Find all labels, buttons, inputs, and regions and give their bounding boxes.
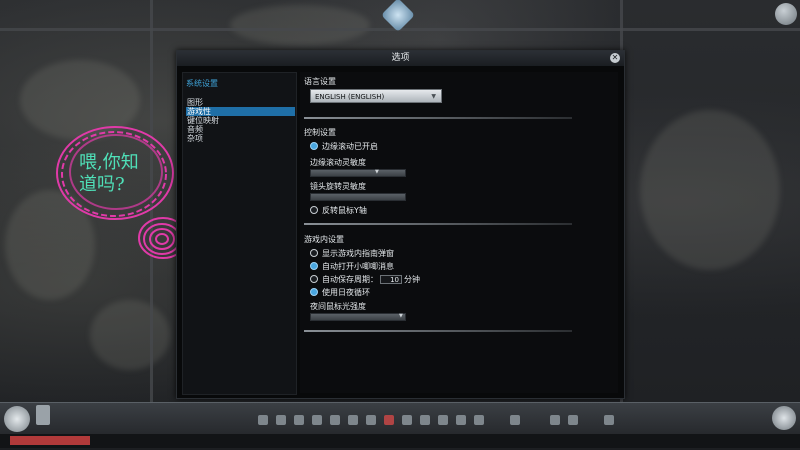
water-icon[interactable] [330, 415, 340, 425]
close-icon[interactable]: ✕ [610, 53, 620, 63]
settings-gear-icon[interactable] [775, 3, 797, 25]
district-tool-icon[interactable] [294, 415, 304, 425]
nav-item-audio[interactable]: 音频 [186, 125, 295, 134]
radio-unchecked-icon [310, 274, 318, 283]
policies-icon[interactable] [568, 415, 578, 425]
road-tool-icon[interactable] [258, 415, 268, 425]
radio-checked-icon [310, 141, 318, 150]
section-divider [304, 223, 572, 225]
nav-item-graphics[interactable]: 图形 [186, 98, 295, 107]
electricity-icon[interactable] [312, 415, 322, 425]
bubble-line-2: 道吗? [79, 174, 125, 195]
edge-scroll-label: 边缘滚动已开启 [322, 142, 378, 151]
education-icon[interactable] [420, 415, 430, 425]
section-divider [304, 117, 572, 119]
police-icon[interactable] [402, 415, 412, 425]
nav-item-misc[interactable]: 杂项 [186, 134, 295, 143]
monuments-icon[interactable] [474, 415, 484, 425]
nav-item-gameplay[interactable]: 游戏性 [186, 107, 295, 116]
nav-item-keymapping[interactable]: 键位映射 [186, 116, 295, 125]
dialog-title: 选项 [177, 51, 624, 66]
edge-scroll-toggle[interactable]: 边缘滚动已开启 [310, 141, 378, 152]
radio-checked-icon [310, 287, 318, 296]
status-strip [0, 434, 800, 448]
bottom-toolbar [0, 402, 800, 450]
city-district [230, 5, 370, 45]
camera-rotation-sensitivity-slider[interactable] [310, 193, 406, 201]
invert-y-toggle[interactable]: 反转鼠标Y轴 [310, 205, 367, 216]
controls-section-header: 控制设置 [304, 128, 336, 137]
language-section-header: 语言设置 [304, 77, 336, 86]
milestones-icon[interactable] [604, 415, 614, 425]
chirper-open-label: 自动打开小唧唧消息 [322, 262, 394, 271]
info-views-icon[interactable] [4, 406, 30, 432]
night-cursor-intensity-label: 夜间鼠标光强度 [310, 302, 366, 311]
tutorial-popup-label: 显示游戏内指南弹窗 [322, 249, 394, 258]
ingame-section-header: 游戏内设置 [304, 235, 344, 244]
radio-unchecked-icon [310, 205, 318, 214]
language-selected-value: ENGLISH (ENGLISH) [315, 93, 385, 101]
economy-icon[interactable] [550, 415, 560, 425]
slider-handle-icon[interactable]: ▼ [399, 313, 403, 319]
section-divider [304, 330, 572, 332]
chevron-down-icon: ▼ [431, 93, 436, 100]
autosave-unit-label: 分钟 [404, 275, 420, 284]
bulldozer-icon[interactable] [36, 405, 50, 425]
zoning-tool-icon[interactable] [276, 415, 286, 425]
tutorial-popup-toggle[interactable]: 显示游戏内指南弹窗 [310, 248, 394, 259]
settings-content-panel: 语言设置 ENGLISH (ENGLISH) ▼ 控制设置 边缘滚动已开启 边缘… [300, 72, 618, 393]
bubble-line-1: 喂,你知 [79, 152, 139, 173]
city-district [90, 300, 170, 370]
options-dialog: 选项 ✕ 系统设置 图形 游戏性 键位映射 音频 杂项 语言设置 ENGLISH… [176, 50, 625, 399]
night-cursor-intensity-slider[interactable]: ▼ [310, 313, 406, 321]
garbage-icon[interactable] [348, 415, 358, 425]
edge-scroll-sensitivity-slider[interactable]: ▼ [310, 169, 406, 177]
speech-bubble-text: 喂,你知 道吗? [79, 152, 165, 196]
wonders-icon[interactable] [510, 415, 520, 425]
city-district [640, 110, 780, 270]
chirper-open-toggle[interactable]: 自动打开小唧唧消息 [310, 261, 394, 272]
slider-handle-icon[interactable]: ▼ [375, 169, 379, 175]
fire-department-icon[interactable] [384, 415, 394, 425]
healthcare-icon[interactable] [366, 415, 376, 425]
beautification-icon[interactable] [456, 415, 466, 425]
settings-category-panel: 系统设置 图形 游戏性 键位映射 音频 杂项 [182, 72, 297, 395]
transport-icon[interactable] [438, 415, 448, 425]
autosave-toggle[interactable]: 自动保存周期： 10 分钟 [310, 274, 420, 285]
autosave-label: 自动保存周期： [322, 275, 378, 284]
autosave-interval-input[interactable]: 10 [380, 275, 402, 284]
invert-y-label: 反转鼠标Y轴 [322, 206, 367, 215]
day-night-label: 使用日夜循环 [322, 288, 370, 297]
demand-bar [10, 436, 90, 445]
pause-play-icon[interactable] [772, 406, 796, 430]
day-night-toggle[interactable]: 使用日夜循环 [310, 287, 370, 298]
language-dropdown[interactable]: ENGLISH (ENGLISH) ▼ [310, 89, 442, 103]
radio-unchecked-icon [310, 248, 318, 257]
edge-scroll-sensitivity-label: 边缘滚动灵敏度 [310, 158, 366, 167]
camera-rotation-sensitivity-label: 镜头旋转灵敏度 [310, 182, 366, 191]
system-settings-header: 系统设置 [186, 79, 218, 88]
radio-checked-icon [310, 261, 318, 270]
